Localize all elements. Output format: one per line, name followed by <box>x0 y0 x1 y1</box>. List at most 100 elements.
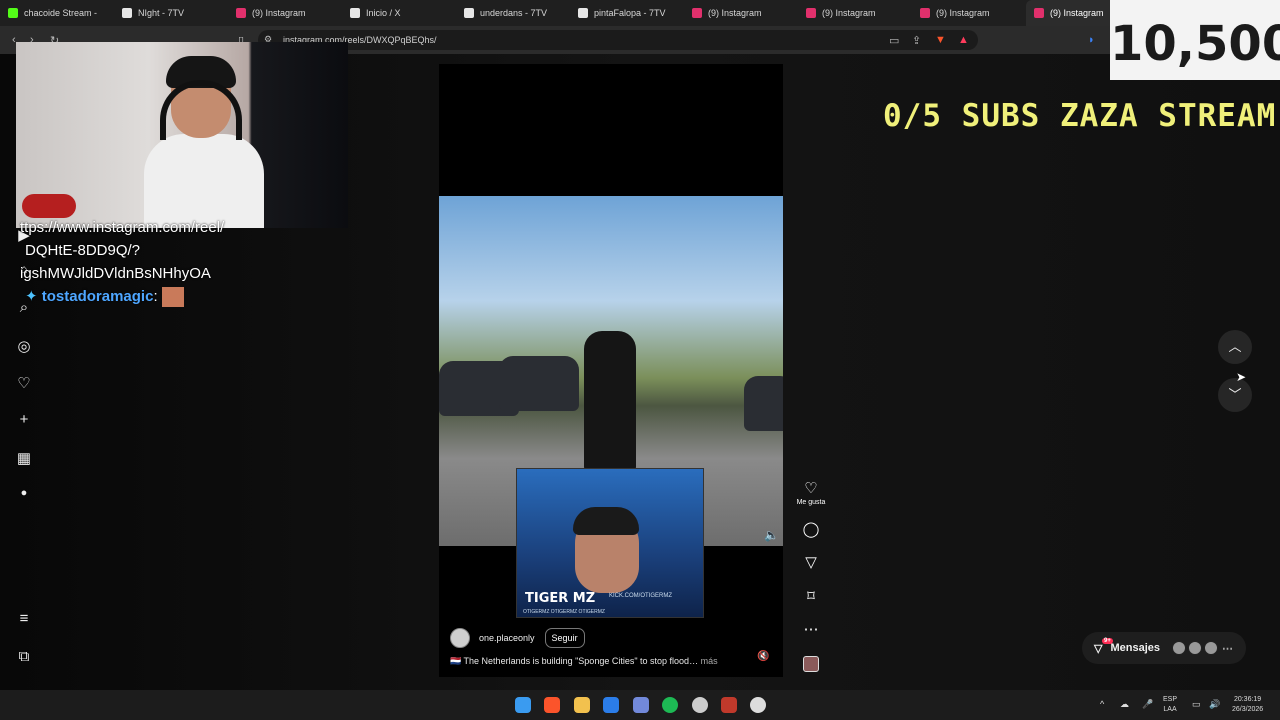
chevron-up-icon: ︿ <box>1228 339 1242 354</box>
extension-icon[interactable]: ◗ <box>1088 34 1095 46</box>
tab-title: Inicio / X <box>366 8 401 18</box>
ellipsis-icon[interactable]: ⋯ <box>795 620 827 638</box>
browser-tab[interactable]: NIght - 7TV <box>114 0 228 26</box>
bookmark-icon[interactable]: ⌑ <box>795 587 827 605</box>
tab-title: (9) Instagram <box>708 8 762 18</box>
chat-line: ttps://www.instagram.com/reel/ <box>20 219 225 236</box>
author-username[interactable]: one.placeonly <box>479 633 535 643</box>
tab-title: (9) Instagram <box>822 8 876 18</box>
app-icon[interactable] <box>692 697 708 713</box>
ellipsis-icon: ⋯ <box>1222 642 1233 655</box>
brave-rewards-icon[interactable]: ▲ <box>958 34 969 46</box>
clock-time: 20:36:19 <box>1233 696 1262 703</box>
more-link[interactable]: más <box>701 656 718 666</box>
browser-tab[interactable]: (9) Instagram <box>912 0 1026 26</box>
region-code: LAA <box>1163 706 1177 713</box>
audio-thumbnail[interactable] <box>795 656 827 672</box>
tab-favicon-icon <box>236 8 246 18</box>
send-icon[interactable]: ▽ <box>795 553 827 571</box>
brave-icon[interactable] <box>544 697 560 713</box>
tab-title: (9) Instagram <box>1050 8 1104 18</box>
streamer-webcam <box>16 42 348 228</box>
obs-icon[interactable] <box>721 697 737 713</box>
browser-tab[interactable]: pintaFalopa - 7TV <box>570 0 684 26</box>
share-action[interactable]: ▽ <box>795 553 827 571</box>
reactor-name: TIGER MZ <box>525 591 596 606</box>
network-icon[interactable]: ☁ <box>1120 699 1129 709</box>
speaker-icon[interactable]: 🔊 <box>1209 699 1220 709</box>
previous-reel-button[interactable]: ︿ <box>1218 330 1252 364</box>
reel-caption[interactable]: 🇳🇱 The Netherlands is building "Sponge C… <box>450 656 718 667</box>
save-action[interactable]: ⌑ <box>795 587 827 605</box>
kick-handle: KICK.COM/OTIGERMZ <box>609 593 672 599</box>
mouse-cursor-icon: ➤ <box>1236 370 1247 384</box>
explore-icon[interactable]: ◎ <box>12 337 36 355</box>
file-explorer-icon[interactable] <box>574 697 590 713</box>
comment-action[interactable]: ◯ <box>795 520 827 538</box>
social-handles: OTIGERMZ OTIGERMZ OTIGERMZ <box>523 609 605 615</box>
app-icon[interactable] <box>750 697 766 713</box>
browser-tab[interactable]: Inicio / X <box>342 0 456 26</box>
input-language[interactable]: ESP LAA <box>1163 695 1177 715</box>
share-icon[interactable]: ⇪ <box>912 34 921 47</box>
clock-date: 26/3/2026 <box>1232 706 1264 713</box>
comment-icon[interactable]: ◯ <box>795 520 827 538</box>
contact-avatar <box>1188 641 1202 655</box>
tray-chevron-icon[interactable]: ^ <box>1100 699 1104 709</box>
microphone <box>22 194 76 218</box>
dashboard-icon[interactable]: ▦ <box>12 449 36 467</box>
create-icon[interactable]: + <box>12 411 36 428</box>
browser-tab[interactable]: (9) Instagram <box>684 0 798 26</box>
chat-username: tostadoramagic <box>41 288 154 305</box>
more-options[interactable]: ⋯ <box>795 620 827 638</box>
follow-button[interactable]: Seguir <box>544 628 585 648</box>
tab-title: (9) Instagram <box>252 8 306 18</box>
contact-avatar <box>1204 641 1218 655</box>
tab-favicon-icon <box>350 8 360 18</box>
walking-person <box>584 331 636 471</box>
tab-favicon-icon <box>122 8 132 18</box>
reel-author: one.placeonly Seguir <box>450 628 585 648</box>
browser-tab[interactable]: chacoide Stream - <box>0 0 114 26</box>
car <box>499 356 579 411</box>
activity-icon[interactable]: ♡ <box>12 374 36 392</box>
display-icon[interactable]: ▭ <box>1192 699 1201 709</box>
tab-title: underdans - 7TV <box>480 8 548 18</box>
tab-favicon-icon <box>464 8 474 18</box>
chat-line: igshMWJldDVldnBsNHhyOA <box>20 265 211 282</box>
browser-tab[interactable]: (9) Instagram <box>228 0 342 26</box>
chat-line: DQHtE-8DD9Q/? <box>25 242 141 259</box>
browser-tab[interactable]: (9) Instagram <box>798 0 912 26</box>
badge-icon: ✦ <box>25 288 38 305</box>
audio-icon[interactable] <box>803 656 819 672</box>
mute-icon[interactable]: 🔈 <box>764 528 779 542</box>
heart-icon[interactable]: ♡ <box>795 479 827 497</box>
messages-button[interactable]: ▽ 9+ Mensajes ⋯ <box>1082 632 1246 664</box>
streamer <box>144 56 264 228</box>
tab-favicon-icon <box>1034 8 1044 18</box>
clock[interactable]: 20:36:19 26/3/2026 <box>1232 695 1263 715</box>
tab-title: NIght - 7TV <box>138 8 185 18</box>
tab-favicon-icon <box>8 8 18 18</box>
brave-shields-icon[interactable]: ▼ <box>935 34 946 46</box>
caption-text: 🇳🇱 The Netherlands is building "Sponge C… <box>450 656 699 666</box>
volume-icon[interactable]: 🔇 <box>757 651 769 662</box>
also-from-meta-icon[interactable]: ⧉ <box>12 648 36 665</box>
windows-start-icon[interactable] <box>515 697 531 713</box>
lang-code: ESP <box>1163 696 1178 703</box>
profile-icon[interactable]: ● <box>12 487 36 499</box>
tab-title: (9) Instagram <box>936 8 990 18</box>
discord-icon[interactable] <box>633 697 649 713</box>
spotify-icon[interactable] <box>662 697 678 713</box>
screenshot-icon[interactable]: ▭ <box>889 34 899 47</box>
author-avatar[interactable] <box>450 628 470 648</box>
browser-tab[interactable]: underdans - 7TV <box>456 0 570 26</box>
chevron-down-icon: ﹀ <box>1228 387 1242 402</box>
next-reel-button[interactable]: ﹀ <box>1218 378 1252 412</box>
car <box>744 376 783 431</box>
menu-icon[interactable]: ≡ <box>12 610 36 627</box>
bing-icon[interactable] <box>603 697 619 713</box>
mic-icon[interactable]: 🎤 <box>1142 699 1153 709</box>
tab-bar: chacoide Stream - NIght - 7TV (9) Instagra… <box>0 0 1280 26</box>
like-action[interactable]: ♡ Me gusta <box>795 479 827 506</box>
